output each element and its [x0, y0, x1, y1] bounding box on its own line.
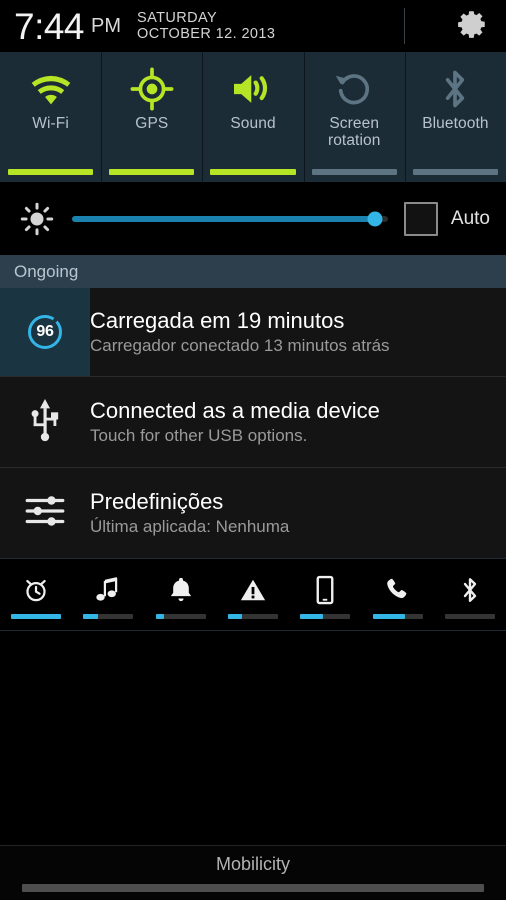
volume-call[interactable]: [361, 559, 433, 630]
volume-notification[interactable]: [145, 559, 217, 630]
toggle-label-wifi: Wi-Fi: [32, 115, 69, 132]
auto-brightness-checkbox[interactable]: [403, 201, 438, 236]
date-block: SATURDAY OCTOBER 12. 2013: [137, 10, 275, 42]
shade-footer: Mobilicity: [0, 845, 506, 900]
music-note-icon: [95, 574, 121, 606]
notification-subtitle-usb: Touch for other USB options.: [90, 426, 308, 446]
notification-presets[interactable]: Predefinições Última aplicada: Nenhuma: [0, 467, 506, 558]
notification-battery[interactable]: 96 Carregada em 19 minutos Carregador co…: [0, 288, 506, 376]
brightness-slider[interactable]: [72, 207, 388, 231]
volume-fill-music: [83, 614, 99, 619]
brightness-track: [72, 211, 388, 226]
rotate-icon: [333, 66, 375, 112]
toggle-sound[interactable]: Sound: [202, 52, 303, 182]
toggle-label-sound: Sound: [230, 115, 276, 132]
toggle-state-indicator-wifi: [8, 169, 94, 175]
alarm-clock-icon: [22, 574, 50, 606]
quick-settings-toggles: Wi-Fi GPS Sound Screen rotation Bluetoot…: [0, 52, 506, 182]
notification-usb[interactable]: Connected as a media device Touch for ot…: [0, 376, 506, 467]
battery-percent-label: 96: [36, 323, 54, 340]
volume-system[interactable]: [289, 559, 361, 630]
bell-icon: [168, 574, 194, 606]
brightness-row: Auto: [0, 182, 506, 255]
gear-icon: [455, 7, 489, 46]
volume-track-notification[interactable]: [155, 614, 206, 619]
notification-subtitle-battery: Carregador conectado 13 minutos atrás: [90, 336, 390, 356]
settings-button[interactable]: [454, 8, 490, 44]
status-bar-divider: [404, 8, 405, 44]
shade-drag-handle[interactable]: [22, 884, 484, 892]
toggle-state-indicator-bluetooth: [412, 169, 499, 175]
status-bar: 7:44 PM SATURDAY OCTOBER 12. 2013: [0, 0, 506, 52]
notification-icon-presets: [0, 468, 90, 558]
gps-icon: [130, 66, 174, 112]
warning-icon: [239, 574, 267, 606]
clock-ampm: PM: [91, 15, 122, 37]
volume-panel: [0, 558, 506, 631]
auto-brightness-label: Auto: [450, 207, 490, 229]
volume-track-system[interactable]: [300, 614, 351, 619]
usb-icon: [30, 398, 60, 447]
phone-handset-icon: [384, 574, 412, 606]
volume-track-alarm[interactable]: [11, 614, 62, 619]
notification-icon-battery: 96: [0, 288, 90, 376]
notification-body-presets: Predefinições Última aplicada: Nenhuma: [90, 468, 506, 558]
toggle-state-indicator-sound: [210, 169, 296, 175]
toggle-label-bluetooth: Bluetooth: [422, 115, 489, 132]
volume-track-music[interactable]: [83, 614, 134, 619]
sliders-icon: [24, 493, 66, 534]
toggle-label-screen-rotation: Screen rotation: [327, 115, 381, 150]
wifi-icon: [28, 66, 74, 112]
bluetooth-icon: [459, 574, 481, 606]
toggle-wifi[interactable]: Wi-Fi: [0, 52, 101, 182]
toggle-label-gps: GPS: [135, 115, 169, 132]
volume-fill-system: [300, 614, 323, 619]
section-header-ongoing: Ongoing: [0, 255, 506, 288]
empty-shade-area: [0, 631, 506, 845]
clock-time: 7:44: [14, 5, 85, 47]
notification-shade: 7:44 PM SATURDAY OCTOBER 12. 2013 Wi-Fi …: [0, 0, 506, 900]
volume-fill-alert: [227, 614, 242, 619]
volume-fill-call: [372, 614, 406, 619]
toggle-state-indicator-gps: [109, 169, 195, 175]
notification-title-battery: Carregada em 19 minutos: [90, 308, 345, 334]
date-weekday: SATURDAY: [137, 9, 218, 26]
notification-title-presets: Predefinições: [90, 489, 224, 515]
toggle-screen-rotation[interactable]: Screen rotation: [303, 52, 405, 182]
notification-subtitle-presets: Última aplicada: Nenhuma: [90, 517, 290, 537]
brightness-sun-icon: [18, 202, 56, 236]
date-full: OCTOBER 12. 2013: [137, 26, 276, 42]
volume-fill-notification: [155, 614, 164, 619]
notification-title-usb: Connected as a media device: [90, 398, 380, 424]
volume-music[interactable]: [72, 559, 144, 630]
phone-device-icon: [314, 574, 336, 606]
volume-track-bluetooth[interactable]: [444, 614, 495, 619]
battery-ring-icon: 96: [25, 312, 65, 352]
toggle-state-indicator-screen-rotation: [311, 169, 397, 175]
volume-fill-alarm: [11, 614, 62, 619]
bluetooth-icon: [438, 66, 472, 112]
section-header-label: Ongoing: [14, 261, 79, 281]
notification-icon-usb: [0, 377, 90, 467]
notification-body-usb: Connected as a media device Touch for ot…: [90, 377, 506, 467]
volume-speaker-icon: [230, 66, 276, 112]
volume-alarm[interactable]: [0, 559, 72, 630]
notification-body-battery: Carregada em 19 minutos Carregador conec…: [90, 288, 506, 376]
volume-track-call[interactable]: [372, 614, 423, 619]
brightness-fill: [72, 215, 376, 222]
brightness-thumb[interactable]: [367, 211, 383, 226]
volume-track-alert[interactable]: [227, 614, 278, 619]
volume-bluetooth[interactable]: [434, 559, 506, 630]
toggle-bluetooth[interactable]: Bluetooth: [404, 52, 506, 182]
volume-alert[interactable]: [217, 559, 289, 630]
toggle-gps[interactable]: GPS: [101, 52, 202, 182]
carrier-label: Mobilicity: [215, 854, 290, 874]
